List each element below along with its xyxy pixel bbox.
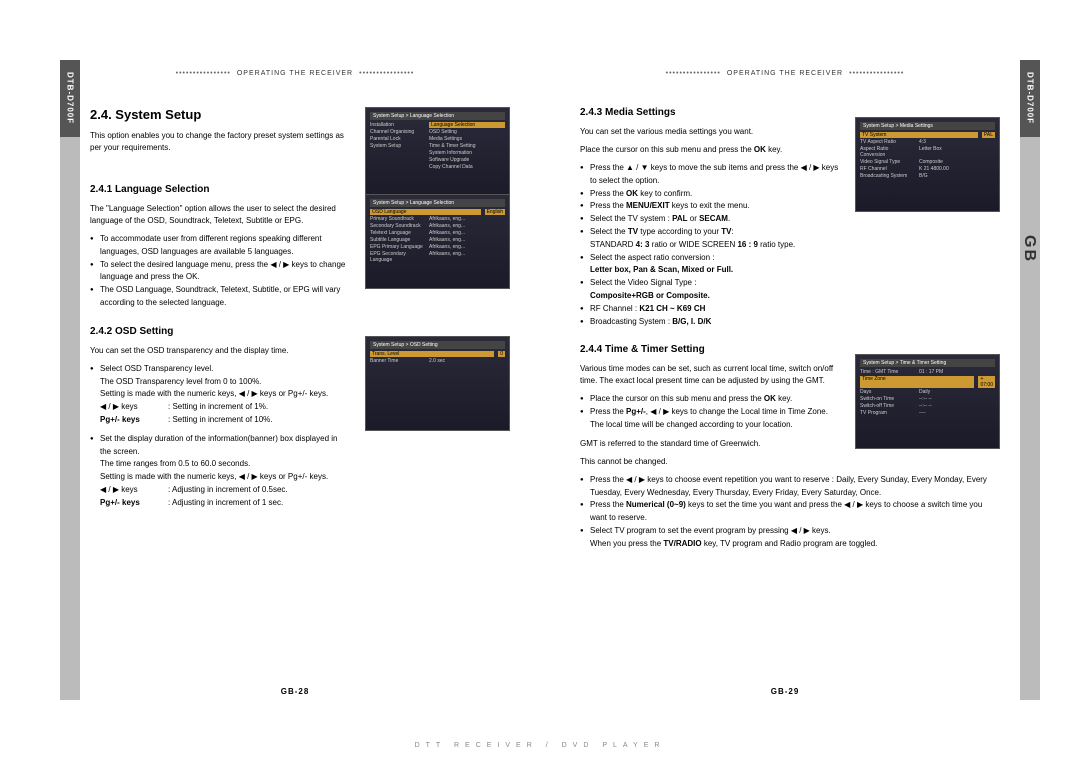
right-page: OPERATING THE RECEIVER 2.4.3 Media Setti… [550, 50, 1020, 710]
media-p2: Place the cursor on this sub menu and pr… [580, 144, 840, 156]
figure-language: System Setup > Language Selection OSD La… [365, 194, 510, 289]
figure-time: System Setup > Time & Timer Setting Time… [855, 354, 1000, 449]
footer-left: GB-28 [60, 687, 530, 696]
right-header: OPERATING THE RECEIVER [580, 70, 990, 77]
lang-li2: To select the desired language menu, pre… [90, 259, 350, 285]
media-p1: You can set the various media settings y… [580, 126, 840, 138]
side-tab-right: DTB-D700F [1020, 60, 1040, 700]
model-label-right: DTB-D700F [1026, 72, 1035, 124]
footer-mid: DTT RECEIVER / DVD PLAYER [0, 742, 1080, 749]
section-intro: This option enables you to change the fa… [90, 130, 350, 154]
footer-right: GB-29 [550, 687, 1020, 696]
left-page: OPERATING THE RECEIVER 2.4. System Setup… [60, 50, 530, 710]
left-header: OPERATING THE RECEIVER [90, 70, 500, 77]
osd-li2: Set the display duration of the informat… [90, 433, 350, 459]
figure-osd: System Setup > OSD Setting Trans. Level0… [365, 336, 510, 431]
osd-para: You can set the OSD transparency and the… [90, 345, 350, 357]
figure-media: System Setup > Media Settings TV SystemP… [855, 117, 1000, 212]
lang-li1: To accommodate user from different regio… [90, 233, 350, 259]
time-para: Various time modes can be set, such as c… [580, 363, 840, 387]
side-gb-label: GB [1020, 235, 1038, 263]
osd-li1: Select OSD Transparency level. [90, 363, 350, 376]
lang-li3: The OSD Language, Soundtrack, Teletext, … [90, 284, 350, 310]
lang-para: The "Language Selection" option allows t… [90, 203, 350, 227]
